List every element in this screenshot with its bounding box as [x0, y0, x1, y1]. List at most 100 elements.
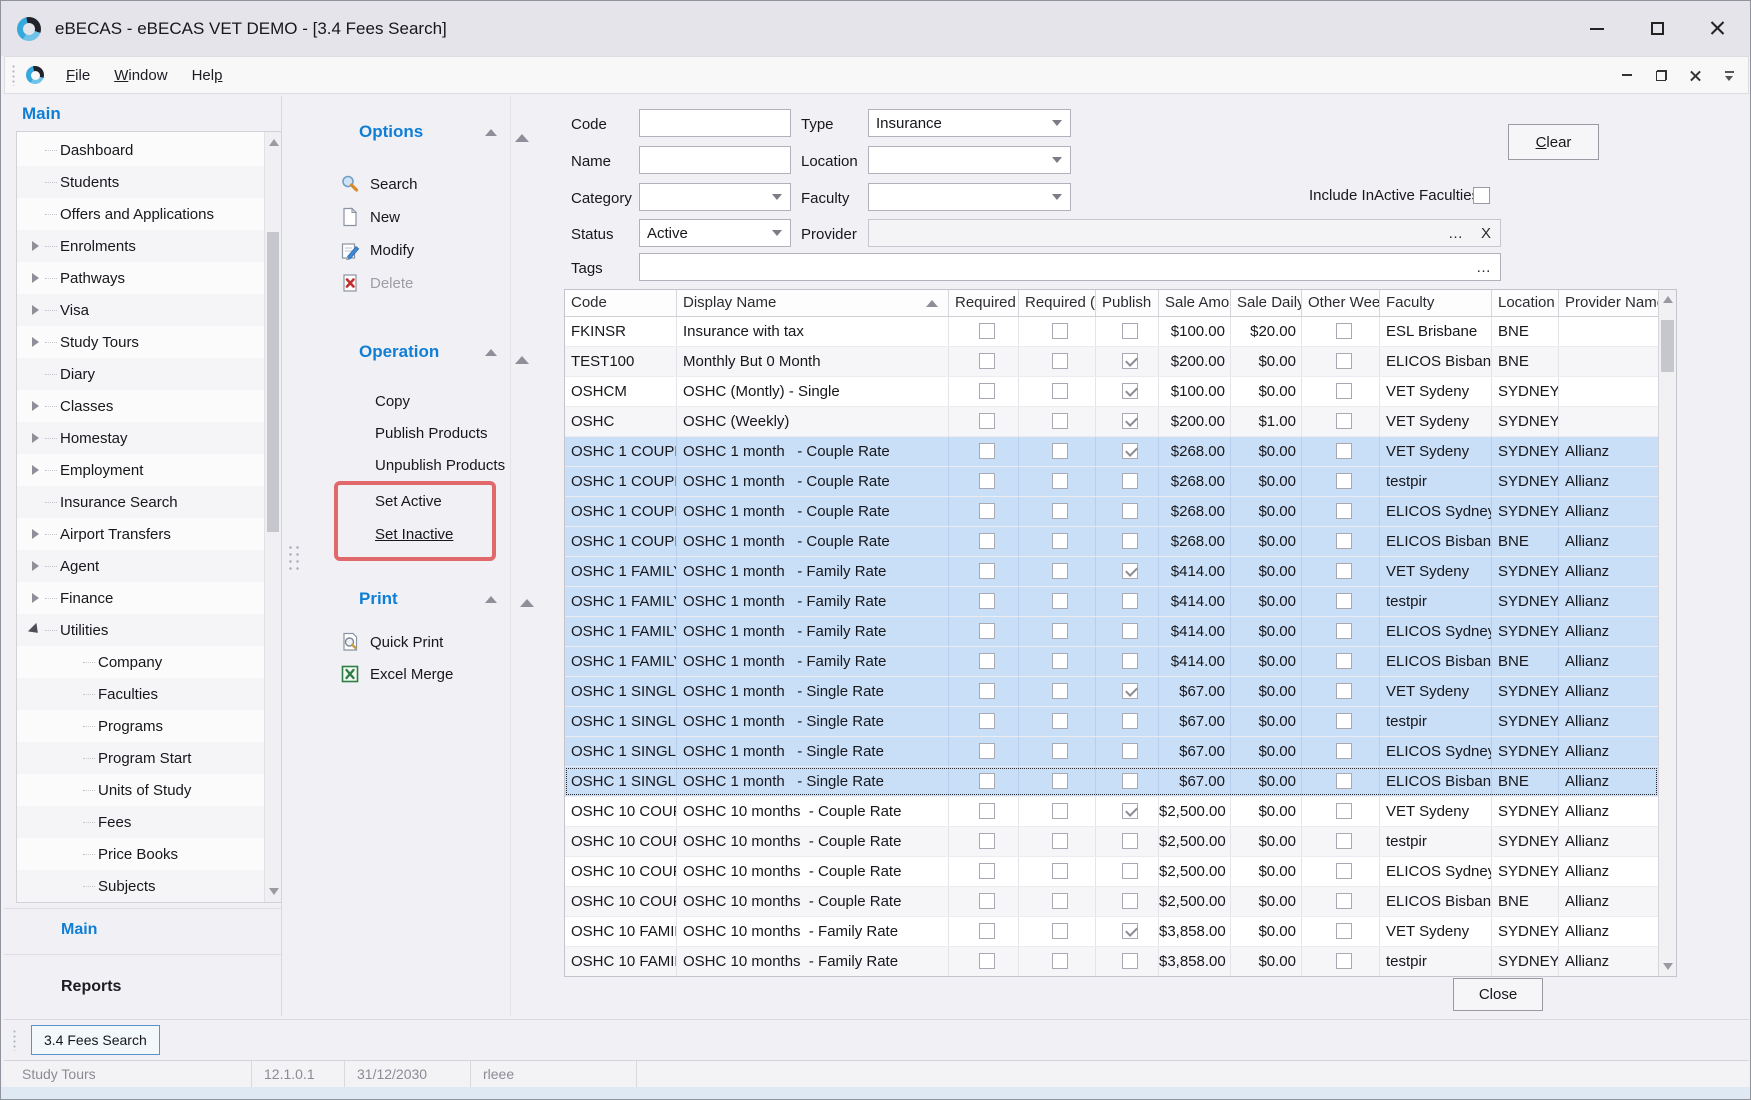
- table-row[interactable]: OSHCOSHC (Weekly)$200.00$1.00VET SydenyS…: [565, 407, 1658, 437]
- checkbox-unchecked[interactable]: [979, 713, 995, 729]
- set-inactive-action[interactable]: Set Inactive: [375, 526, 453, 543]
- sidebar-footer-reports[interactable]: Reports: [61, 978, 121, 996]
- sidebar-item-subjects[interactable]: Subjects: [17, 870, 265, 902]
- checkbox-unchecked[interactable]: [979, 683, 995, 699]
- checkbox-unchecked[interactable]: [1052, 443, 1068, 459]
- sidebar-item-homestay[interactable]: Homestay: [17, 422, 265, 454]
- sidebar-item-pathways[interactable]: Pathways: [17, 262, 265, 294]
- checkbox-unchecked[interactable]: [979, 413, 995, 429]
- checkbox-unchecked[interactable]: [1052, 743, 1068, 759]
- checkbox-unchecked[interactable]: [979, 593, 995, 609]
- location-select[interactable]: [868, 146, 1071, 174]
- checkbox-unchecked[interactable]: [979, 893, 995, 909]
- checkbox-unchecked[interactable]: [1336, 713, 1352, 729]
- checkbox-unchecked[interactable]: [1052, 593, 1068, 609]
- close-window-button[interactable]: [1702, 14, 1732, 44]
- provider-field[interactable]: … X: [868, 219, 1501, 247]
- checkbox-unchecked[interactable]: [1122, 893, 1138, 909]
- checkbox-unchecked[interactable]: [979, 503, 995, 519]
- minimize-button[interactable]: [1582, 14, 1612, 44]
- sidebar-item-offers-and-applications[interactable]: Offers and Applications: [17, 198, 265, 230]
- checkbox-unchecked[interactable]: [1052, 503, 1068, 519]
- checkbox-unchecked[interactable]: [1122, 713, 1138, 729]
- table-row[interactable]: OSHC 1 FAMILYOSHC 1 month - Family Rate$…: [565, 647, 1658, 677]
- operation-section-title[interactable]: Operation: [359, 342, 439, 362]
- tree-collapsed-icon[interactable]: [25, 465, 45, 475]
- checkbox-unchecked[interactable]: [1122, 743, 1138, 759]
- checkbox-unchecked[interactable]: [979, 623, 995, 639]
- checkbox-unchecked[interactable]: [1052, 683, 1068, 699]
- publish-products-action[interactable]: Publish Products: [375, 425, 488, 442]
- provider-browse-button[interactable]: …: [1439, 225, 1472, 242]
- include-inactive-checkbox[interactable]: [1473, 187, 1490, 204]
- code-input[interactable]: [639, 109, 791, 137]
- sidebar-scrollbar[interactable]: [264, 132, 281, 902]
- scroll-down-icon[interactable]: [1663, 963, 1673, 970]
- sidebar-item-employment[interactable]: Employment: [17, 454, 265, 486]
- tree-collapsed-icon[interactable]: [25, 561, 45, 571]
- checkbox-unchecked[interactable]: [1336, 383, 1352, 399]
- sidebar-item-agent[interactable]: Agent: [17, 550, 265, 582]
- tags-input[interactable]: …: [639, 253, 1501, 281]
- checkbox-unchecked[interactable]: [1122, 773, 1138, 789]
- checkbox-unchecked[interactable]: [1052, 713, 1068, 729]
- tree-expanded-icon[interactable]: [25, 624, 45, 636]
- options-section-title[interactable]: Options: [359, 122, 423, 142]
- table-row[interactable]: OSHC 10 COUPLEOSHC 10 months - Couple Ra…: [565, 887, 1658, 917]
- delete-action[interactable]: Delete: [340, 273, 413, 293]
- checkbox-unchecked[interactable]: [1052, 563, 1068, 579]
- scrollbar-thumb[interactable]: [1661, 320, 1674, 372]
- checkbox-unchecked[interactable]: [1052, 353, 1068, 369]
- checkbox-unchecked[interactable]: [1336, 563, 1352, 579]
- checkbox-unchecked[interactable]: [1052, 533, 1068, 549]
- checkbox-unchecked[interactable]: [1052, 953, 1068, 969]
- checkbox-unchecked[interactable]: [979, 473, 995, 489]
- category-select[interactable]: [639, 183, 791, 211]
- checkbox-checked[interactable]: [1122, 683, 1138, 699]
- checkbox-unchecked[interactable]: [1052, 863, 1068, 879]
- collapse-panel-icon[interactable]: [515, 134, 529, 142]
- scroll-up-icon[interactable]: [269, 139, 279, 146]
- menu-window[interactable]: Window: [102, 61, 179, 90]
- table-row[interactable]: OSHC 1 FAMILYOSHC 1 month - Family Rate$…: [565, 557, 1658, 587]
- checkbox-unchecked[interactable]: [1122, 833, 1138, 849]
- provider-clear-button[interactable]: X: [1472, 225, 1500, 242]
- table-row[interactable]: OSHC 1 COUPLEOSHC 1 month - Couple Rate$…: [565, 497, 1658, 527]
- checkbox-unchecked[interactable]: [1336, 473, 1352, 489]
- checkbox-unchecked[interactable]: [1052, 893, 1068, 909]
- column-header-required-[interactable]: Required (: [1019, 290, 1096, 316]
- sidebar-item-program-start[interactable]: Program Start: [17, 742, 265, 774]
- table-row[interactable]: TEST100Monthly But 0 Month$200.00$0.00EL…: [565, 347, 1658, 377]
- checkbox-checked[interactable]: [1122, 563, 1138, 579]
- checkbox-unchecked[interactable]: [1122, 863, 1138, 879]
- column-header-sale-daily[interactable]: Sale Daily: [1231, 290, 1302, 316]
- sidebar-item-programs[interactable]: Programs: [17, 710, 265, 742]
- checkbox-unchecked[interactable]: [1052, 383, 1068, 399]
- collapse-operation-icon[interactable]: [485, 349, 497, 356]
- checkbox-unchecked[interactable]: [1052, 803, 1068, 819]
- checkbox-unchecked[interactable]: [1052, 773, 1068, 789]
- checkbox-unchecked[interactable]: [1336, 353, 1352, 369]
- sidebar-item-price-books[interactable]: Price Books: [17, 838, 265, 870]
- checkbox-unchecked[interactable]: [1122, 323, 1138, 339]
- checkbox-unchecked[interactable]: [1336, 893, 1352, 909]
- type-select[interactable]: Insurance: [868, 109, 1071, 137]
- checkbox-unchecked[interactable]: [979, 863, 995, 879]
- checkbox-checked[interactable]: [1122, 803, 1138, 819]
- checkbox-unchecked[interactable]: [1122, 533, 1138, 549]
- checkbox-unchecked[interactable]: [979, 953, 995, 969]
- splitter-grip[interactable]: [287, 544, 301, 572]
- checkbox-unchecked[interactable]: [979, 323, 995, 339]
- unpublish-products-action[interactable]: Unpublish Products: [375, 457, 505, 474]
- sidebar-item-insurance-search[interactable]: Insurance Search: [17, 486, 265, 518]
- checkbox-unchecked[interactable]: [1122, 953, 1138, 969]
- column-header-faculty[interactable]: Faculty: [1380, 290, 1492, 316]
- sidebar-item-classes[interactable]: Classes: [17, 390, 265, 422]
- table-row[interactable]: OSHC 10 COUPLEOSHC 10 months - Couple Ra…: [565, 857, 1658, 887]
- sidebar-item-visa[interactable]: Visa: [17, 294, 265, 326]
- table-row[interactable]: OSHC 10 FAMILYOSHC 10 months - Family Ra…: [565, 917, 1658, 947]
- collapse-panel-icon[interactable]: [520, 599, 534, 607]
- column-header-location[interactable]: Location: [1492, 290, 1559, 316]
- toolbar-overflow-button[interactable]: [1720, 66, 1738, 84]
- checkbox-unchecked[interactable]: [979, 353, 995, 369]
